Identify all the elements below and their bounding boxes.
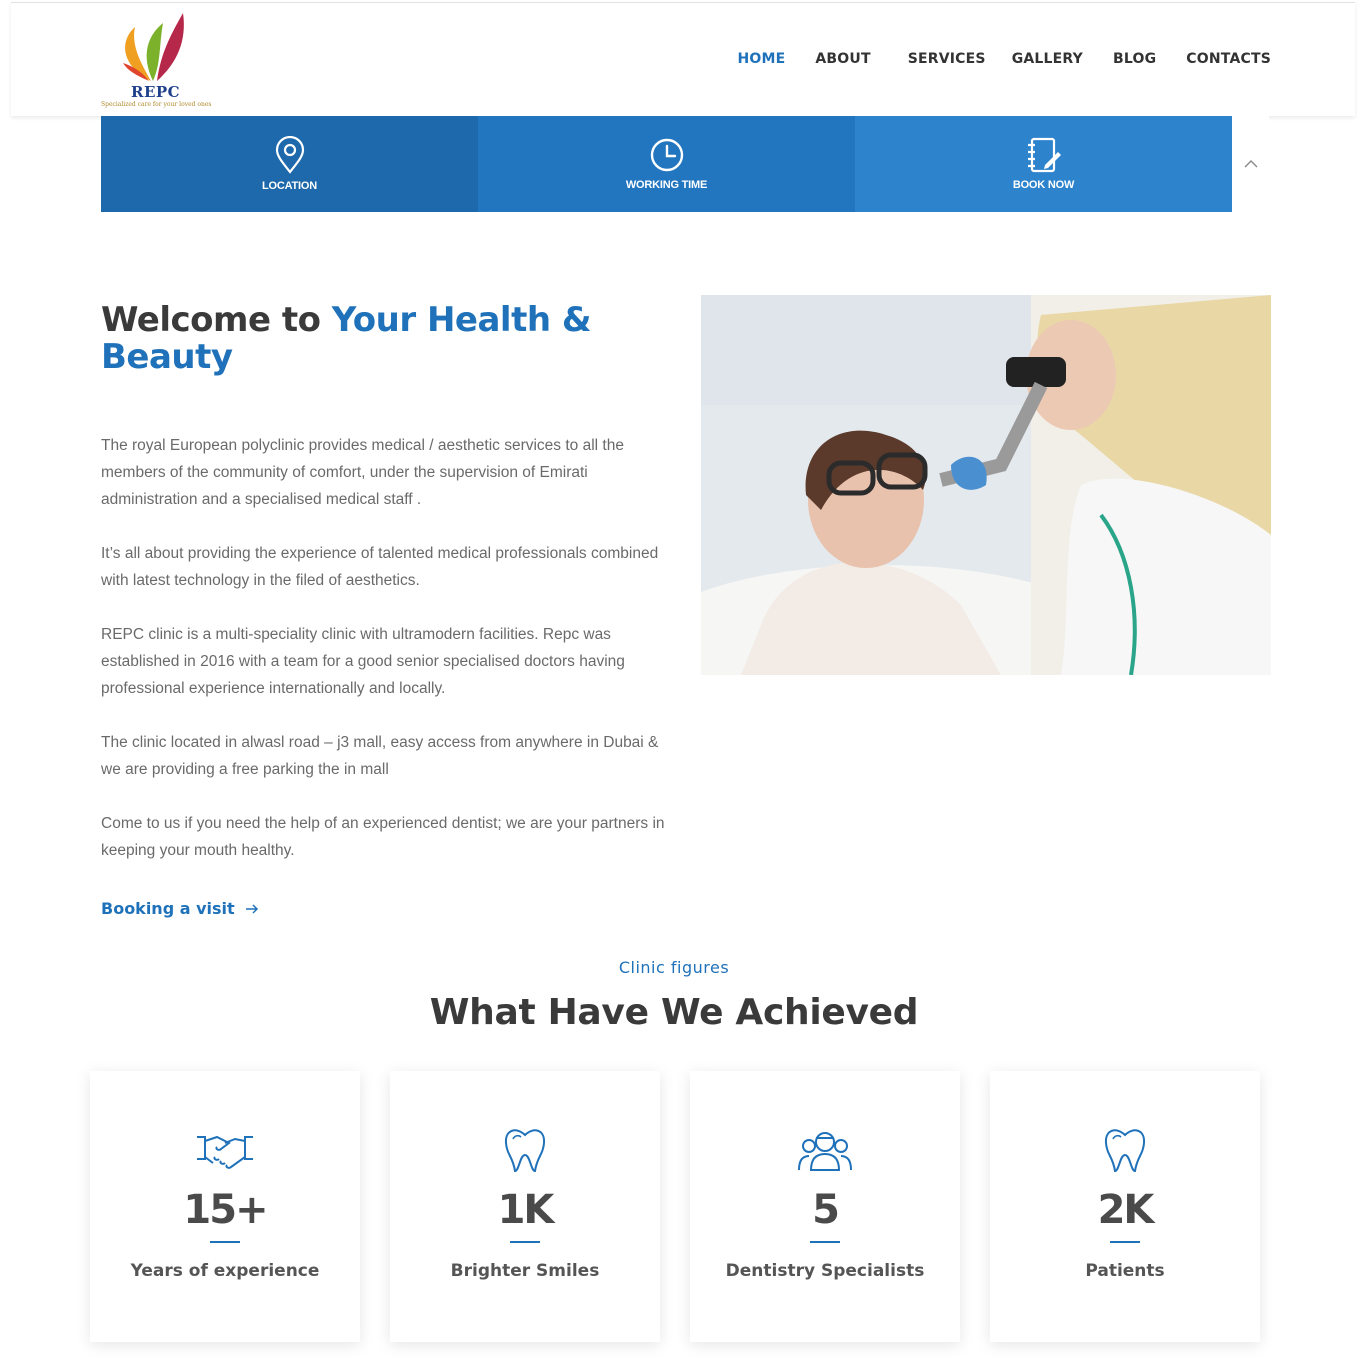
about-paragraph: The royal European polyclinic provides m… xyxy=(101,437,624,508)
tooth-icon xyxy=(504,1129,546,1173)
logo-mark-icon xyxy=(123,13,184,81)
info-bar: LOCATION WORKING TIME BOOK NOW xyxy=(101,116,1232,212)
figure-card: 5 Dentistry Specialists xyxy=(690,1071,960,1342)
location-label: LOCATION xyxy=(261,180,318,192)
nav-gallery[interactable]: GALLERY xyxy=(1012,51,1083,67)
booking-visit-link[interactable]: Booking a visit xyxy=(101,899,259,918)
working-time-button[interactable]: WORKING TIME xyxy=(478,116,855,212)
nav-about[interactable]: ABOUT xyxy=(815,51,870,67)
figure-label: Dentistry Specialists xyxy=(725,1261,925,1281)
figure-card: 1K Brighter Smiles xyxy=(390,1071,660,1342)
figure-card: 2K Patients xyxy=(990,1071,1260,1342)
location-pin-icon xyxy=(275,136,304,174)
figure-value: 1K xyxy=(497,1187,555,1233)
about-paragraph: REPC clinic is a multi-speciality clinic… xyxy=(101,626,625,697)
booking-visit-label: Booking a visit xyxy=(101,899,235,918)
clock-icon xyxy=(650,138,683,172)
tooth-icon xyxy=(1104,1129,1146,1173)
scroll-top-button[interactable] xyxy=(1232,116,1269,212)
figure-divider xyxy=(1110,1241,1140,1243)
about-text: The royal European polyclinic provides m… xyxy=(101,432,666,891)
figure-value: 2K xyxy=(1097,1187,1155,1233)
figures-cards: 15+ Years of experience 1K Brighter Smil… xyxy=(90,1071,1260,1342)
logo-name: REPC xyxy=(131,83,181,101)
handshake-icon xyxy=(197,1135,253,1169)
working-time-label: WORKING TIME xyxy=(625,179,708,191)
figure-label: Patients xyxy=(1085,1261,1165,1281)
nav-blog[interactable]: BLOG xyxy=(1113,51,1156,67)
figure-label: Years of experience xyxy=(130,1261,320,1281)
figures-title: What Have We Achieved xyxy=(429,992,919,1033)
doctors-team-icon xyxy=(798,1132,852,1171)
about-paragraph: Come to us if you need the help of an ex… xyxy=(101,815,665,859)
figure-value: 5 xyxy=(812,1187,840,1233)
nav-contacts[interactable]: CONTACTS xyxy=(1186,51,1271,67)
site-header: REPC Specialized care for your loved one… xyxy=(11,2,1355,116)
site-logo[interactable]: REPC Specialized care for your loved one… xyxy=(101,11,212,111)
about-paragraph: The clinic located in alwasl road – j3 m… xyxy=(101,734,659,778)
figure-divider xyxy=(810,1241,840,1243)
main-nav: HOME ABOUT SERVICES GALLERY BLOG CONTACT… xyxy=(737,51,1271,67)
figures-kicker: Clinic figures xyxy=(618,958,730,977)
arrow-right-icon xyxy=(245,903,258,914)
logo-tagline: Specialized care for your loved ones xyxy=(101,101,212,108)
book-now-button[interactable]: BOOK NOW xyxy=(855,116,1232,212)
about-paragraph: It’s all about providing the experience … xyxy=(101,545,659,589)
book-now-label: BOOK NOW xyxy=(1012,179,1075,191)
figure-value: 15+ xyxy=(183,1187,268,1233)
nav-home[interactable]: HOME xyxy=(737,51,785,67)
figure-label: Brighter Smiles xyxy=(450,1261,600,1281)
figure-divider xyxy=(510,1241,540,1243)
location-button[interactable]: LOCATION xyxy=(101,116,478,212)
welcome-title-plain: Welcome to xyxy=(101,300,332,340)
chevron-up-icon xyxy=(1244,160,1257,168)
figure-card: 15+ Years of experience xyxy=(90,1071,360,1342)
welcome-title: Welcome to Your Health & Beauty xyxy=(101,302,661,376)
notebook-edit-icon xyxy=(1027,137,1061,173)
clinic-treatment-photo xyxy=(701,295,1271,675)
nav-services[interactable]: SERVICES xyxy=(908,51,986,67)
figure-divider xyxy=(210,1241,240,1243)
